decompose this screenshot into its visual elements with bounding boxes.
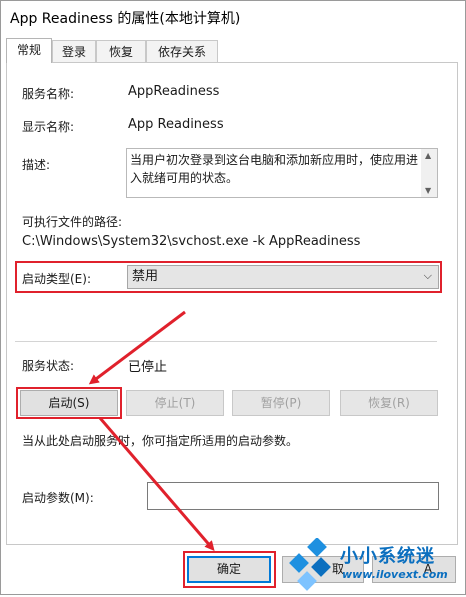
tab-general[interactable]: 常规 bbox=[6, 38, 52, 63]
arrow-to-start-button bbox=[88, 310, 186, 385]
watermark-logo-icon bbox=[282, 537, 338, 597]
watermark-name: 小小系统迷 bbox=[340, 546, 435, 567]
watermark: 小小系统迷 www.ilovext.com bbox=[282, 537, 466, 597]
arrow-to-ok-button bbox=[98, 417, 215, 552]
annotation-arrows bbox=[88, 310, 215, 552]
watermark-url: www.ilovext.com bbox=[342, 568, 448, 581]
